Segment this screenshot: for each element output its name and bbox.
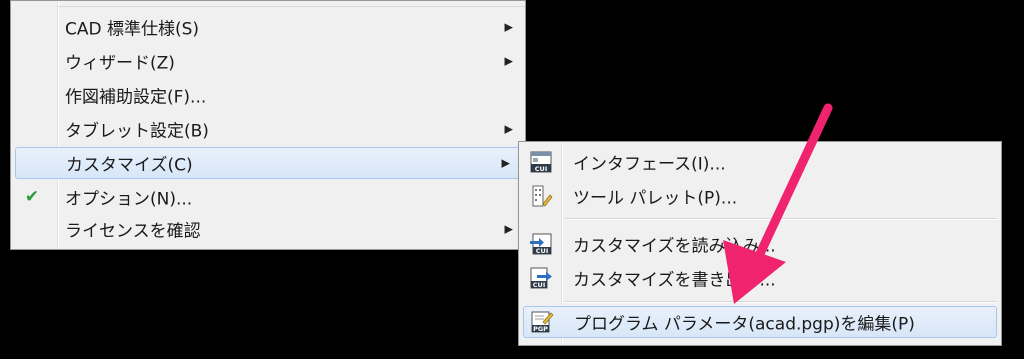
pgp-edit-icon: PGP bbox=[531, 311, 554, 333]
customize-submenu: CUI インタフェース(I)... ツール パレット(P)... CUI カスタ… bbox=[518, 141, 1002, 346]
menu-separator bbox=[565, 301, 997, 303]
menu-item-label: タブレット設定(B) bbox=[65, 121, 209, 142]
menu-item-label: カスタマイズ(C) bbox=[66, 155, 193, 176]
submenu-arrow-icon: ▶ bbox=[504, 20, 513, 34]
cui-icon: CUI bbox=[530, 151, 552, 173]
menu-item-drafting-settings[interactable]: 作図補助設定(F)... bbox=[13, 79, 523, 111]
submenu-arrow-icon: ▶ bbox=[501, 156, 510, 170]
menu-item-tool-palette[interactable]: ツール パレット(P)... bbox=[521, 180, 999, 212]
menu-item-label: カスタマイズを読み込み... bbox=[573, 236, 776, 257]
cui-export-icon: CUI bbox=[530, 267, 552, 289]
svg-text:PGP: PGP bbox=[533, 325, 548, 333]
svg-text:CUI: CUI bbox=[535, 165, 547, 173]
svg-text:CUI: CUI bbox=[533, 281, 545, 289]
svg-text:CUI: CUI bbox=[536, 247, 548, 255]
menu-item-cad-standards[interactable]: CAD 標準仕様(S) ▶ bbox=[13, 11, 523, 43]
menu-item-interface[interactable]: CUI インタフェース(I)... bbox=[521, 146, 999, 178]
menu-item-license[interactable]: ライセンスを確認 ▶ bbox=[13, 213, 523, 245]
menu-item-label: インタフェース(I)... bbox=[573, 154, 726, 175]
submenu-arrow-icon: ▶ bbox=[504, 54, 513, 68]
menu-item-wizard[interactable]: ウィザード(Z) ▶ bbox=[13, 45, 523, 77]
menu-item-label: ウィザード(Z) bbox=[65, 53, 175, 74]
menu-item-label: ツール パレット(P)... bbox=[573, 188, 738, 209]
menu-item-label: プログラム パラメータ(acad.pgp)を編集(P) bbox=[574, 314, 915, 335]
menu-item-label: CAD 標準仕様(S) bbox=[65, 19, 200, 40]
menu-item-export-customization[interactable]: CUI カスタマイズを書き出し... bbox=[521, 262, 999, 294]
menu-item-label: カスタマイズを書き出し... bbox=[573, 270, 776, 291]
menu-item-label: オプション(N)... bbox=[65, 189, 193, 210]
menu-item-customize[interactable]: カスタマイズ(C) ▶ bbox=[15, 147, 521, 179]
menu-item-edit-program-parameters[interactable]: PGP プログラム パラメータ(acad.pgp)を編集(P) bbox=[523, 306, 997, 338]
menu-separator bbox=[58, 6, 525, 7]
menu-item-options[interactable]: ✔ オプション(N)... bbox=[13, 181, 523, 213]
menu-item-label: 作図補助設定(F)... bbox=[65, 87, 207, 108]
submenu-arrow-icon: ▶ bbox=[504, 122, 513, 136]
menu-item-label: ライセンスを確認 bbox=[65, 221, 201, 242]
tools-menu: CAD 標準仕様(S) ▶ ウィザード(Z) ▶ 作図補助設定(F)... タブ… bbox=[10, 0, 526, 250]
menu-separator bbox=[565, 218, 997, 220]
submenu-arrow-icon: ▶ bbox=[504, 222, 513, 236]
cui-import-icon: CUI bbox=[530, 233, 552, 255]
checkmark-icon: ✔ bbox=[24, 187, 40, 207]
tool-palette-icon bbox=[532, 185, 553, 207]
menu-item-import-customization[interactable]: CUI カスタマイズを読み込み... bbox=[521, 228, 999, 260]
menu-item-tablet-settings[interactable]: タブレット設定(B) ▶ bbox=[13, 113, 523, 145]
